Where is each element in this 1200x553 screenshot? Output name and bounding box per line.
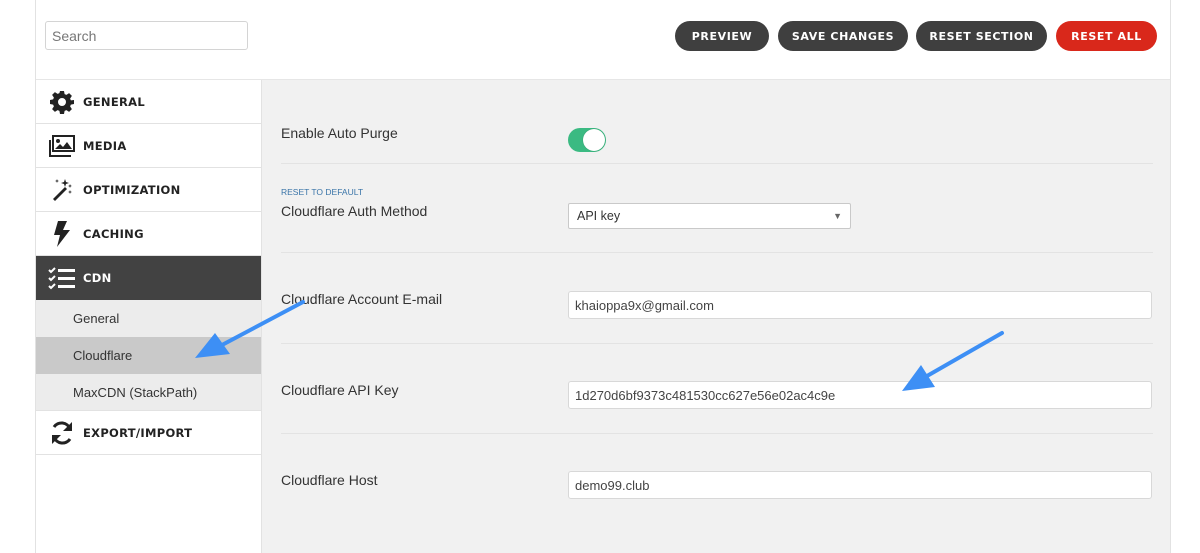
email-field[interactable] (568, 291, 1152, 319)
preview-button[interactable]: Preview (675, 21, 769, 51)
auto-purge-toggle[interactable] (568, 128, 606, 152)
api-key-label: Cloudflare API Key (281, 382, 399, 398)
bolt-icon (48, 220, 76, 248)
setting-row-api-key: Cloudflare API Key (281, 344, 1153, 434)
setting-row-host: Cloudflare Host (281, 434, 1153, 534)
auth-method-value: API key (577, 209, 621, 223)
sidebar-subitem-maxcdn[interactable]: MaxCDN (StackPath) (36, 374, 261, 411)
email-label: Cloudflare Account E-mail (281, 291, 443, 307)
sidebar-subitem-cloudflare[interactable]: Cloudflare (36, 337, 261, 374)
sidebar-item-caching[interactable]: CACHING (36, 212, 261, 256)
images-icon (48, 132, 76, 160)
settings-panel: Preview Save Changes Reset Section Reset… (35, 0, 1171, 553)
sidebar-item-general[interactable]: GENERAL (36, 80, 261, 124)
sidebar-subitem-label: Cloudflare (73, 348, 133, 363)
sidebar-subitem-label: General (73, 311, 120, 326)
search-input[interactable] (45, 21, 248, 50)
save-changes-button[interactable]: Save Changes (778, 21, 908, 51)
api-key-field[interactable] (568, 381, 1152, 409)
sync-icon (48, 419, 76, 447)
sidebar-item-media[interactable]: MEDIA (36, 124, 261, 168)
auto-purge-label: Enable Auto Purge (281, 125, 398, 141)
chevron-down-icon: ▼ (833, 211, 842, 221)
sidebar-subitem-label: MaxCDN (StackPath) (73, 384, 198, 400)
setting-row-auto-purge: Enable Auto Purge (281, 80, 1153, 164)
checklist-icon (48, 264, 76, 292)
sidebar-item-label: CACHING (83, 226, 144, 241)
reset-to-default-link[interactable]: RESET TO DEFAULT (281, 187, 363, 197)
top-toolbar: Preview Save Changes Reset Section Reset… (36, 0, 1170, 80)
setting-row-email: Cloudflare Account E-mail (281, 253, 1153, 344)
sidebar-item-optimization[interactable]: OPTIMIZATION (36, 168, 261, 212)
sidebar: GENERAL MEDIA OPTIMIZATION CACHING CDN G… (36, 80, 262, 553)
toggle-knob (583, 129, 605, 151)
auth-method-select[interactable]: API key ▼ (568, 203, 851, 229)
sidebar-subitem-general[interactable]: General (36, 300, 261, 337)
sidebar-item-label: MEDIA (83, 138, 127, 153)
reset-all-button[interactable]: Reset All (1056, 21, 1157, 51)
sidebar-item-label: EXPORT/IMPORT (83, 425, 193, 440)
setting-row-auth-method: RESET TO DEFAULT Cloudflare Auth Method … (281, 164, 1153, 253)
host-field[interactable] (568, 471, 1152, 499)
sidebar-item-export-import[interactable]: EXPORT/IMPORT (36, 411, 261, 455)
sidebar-item-cdn[interactable]: CDN (36, 256, 261, 300)
reset-section-button[interactable]: Reset Section (916, 21, 1047, 51)
sidebar-item-label: CDN (83, 271, 112, 285)
auth-method-label: Cloudflare Auth Method (281, 203, 428, 219)
cloudflare-settings-form: Enable Auto Purge RESET TO DEFAULT Cloud… (262, 80, 1170, 553)
host-label: Cloudflare Host (281, 472, 378, 488)
gear-icon (48, 88, 76, 116)
sidebar-item-label: GENERAL (83, 94, 145, 109)
sidebar-item-label: OPTIMIZATION (83, 182, 181, 197)
magic-wand-icon (48, 176, 76, 204)
